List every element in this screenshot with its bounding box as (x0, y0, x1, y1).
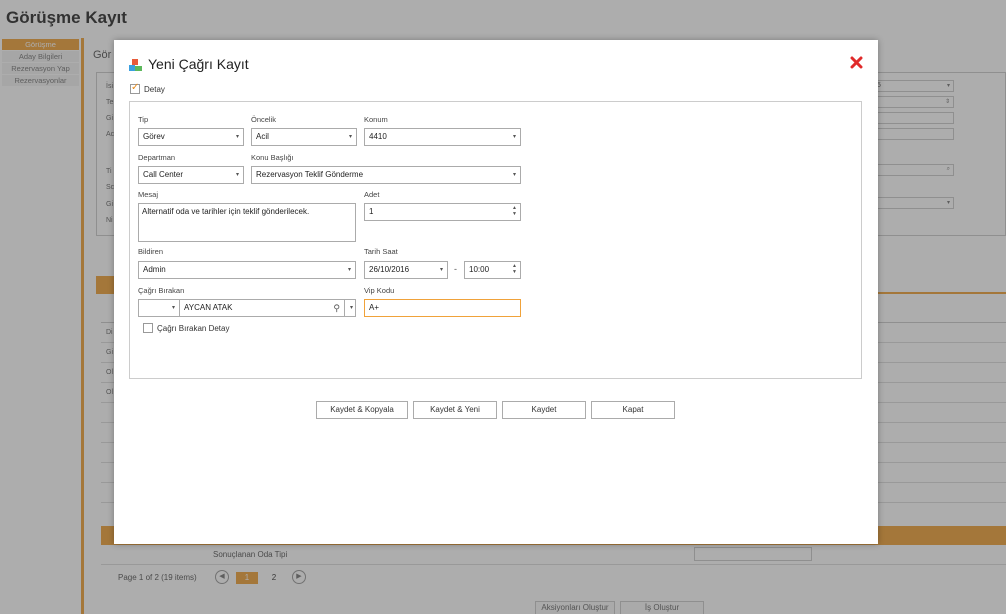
detay-label: Detay (144, 84, 165, 94)
time-spinner[interactable]: 10:00 ▲ ▼ (464, 261, 521, 279)
vip-label: Vip Kodu (364, 286, 395, 295)
close-icon[interactable] (850, 56, 863, 69)
departman-label: Departman (138, 153, 176, 162)
konum-label: Konum (364, 115, 388, 124)
chevron-down-icon: ▾ (439, 267, 443, 273)
oncelik-select[interactable]: Acil ▾ (251, 128, 357, 146)
cagri-birakan-dropdown[interactable]: ▾ (344, 299, 356, 317)
date-time-separator: - (454, 264, 457, 274)
adet-label: Adet (364, 190, 380, 199)
cagri-detay-checkbox[interactable] (143, 323, 153, 333)
chevron-down-icon: ▾ (512, 172, 516, 178)
chevron-down-icon: ▾ (348, 134, 352, 140)
modal-dialog: Yeni Çağrı Kayıt Detay Tip Öncelik Konum… (114, 40, 878, 544)
chevron-down-icon: ▾ (512, 134, 516, 140)
form-box: Tip Öncelik Konum Görev ▾ Acil ▾ 4410 ▾ Dep… (129, 101, 862, 379)
mesaj-label: Mesaj (138, 190, 159, 199)
kaydet-yeni-button[interactable]: Kaydet & Yeni (413, 401, 497, 419)
chevron-down-icon: ▾ (171, 305, 175, 311)
chevron-down-icon: ▾ (235, 134, 239, 140)
spinner-arrows-icon: ▲ ▼ (512, 205, 517, 217)
app-logo-icon (129, 59, 142, 71)
mesaj-textarea[interactable]: Alternatif oda ve tarihler için teklif g… (138, 203, 356, 242)
konu-select[interactable]: Rezervasyon Teklif Gönderme ▾ (251, 166, 521, 184)
binoculars-icon: ⚲ (333, 303, 340, 313)
adet-spinner[interactable]: 1 ▲ ▼ (364, 203, 521, 221)
cagri-detay-toggle[interactable]: Çağrı Bırakan Detay (143, 322, 229, 334)
bildiren-label: Bildiren (138, 247, 164, 256)
detay-toggle[interactable]: Detay (130, 82, 165, 95)
date-picker[interactable]: 26/10/2016 ▾ (364, 261, 448, 279)
chevron-down-icon: ▾ (235, 172, 239, 178)
kaydet-button[interactable]: Kaydet (502, 401, 586, 419)
tip-label: Tip (138, 115, 149, 124)
cagri-birakan-prefix-select[interactable]: ▾ (138, 299, 180, 317)
tarih-label: Tarih Saat (364, 247, 398, 256)
chevron-down-icon: ▾ (347, 267, 351, 273)
modal-title: Yeni Çağrı Kayıt (148, 56, 249, 72)
oncelik-label: Öncelik (251, 115, 277, 124)
vip-input[interactable]: A+ (364, 299, 521, 317)
kaydet-kopyala-button[interactable]: Kaydet & Kopyala (316, 401, 408, 419)
kapat-button[interactable]: Kapat (591, 401, 675, 419)
tip-select[interactable]: Görev ▾ (138, 128, 244, 146)
konu-label: Konu Başlığı (251, 153, 294, 162)
cagri-detay-label: Çağrı Bırakan Detay (157, 323, 230, 333)
departman-select[interactable]: Call Center ▾ (138, 166, 244, 184)
cagri-birakan-label: Çağrı Bırakan (138, 286, 185, 295)
cagri-birakan-input[interactable]: AYCAN ATAK ⚲ (179, 299, 345, 317)
spinner-arrows-icon: ▲ ▼ (512, 263, 517, 275)
chevron-down-icon: ▾ (349, 305, 353, 311)
konum-select[interactable]: 4410 ▾ (364, 128, 521, 146)
detay-checkbox[interactable] (130, 82, 140, 94)
bildiren-select[interactable]: Admin ▾ (138, 261, 356, 279)
